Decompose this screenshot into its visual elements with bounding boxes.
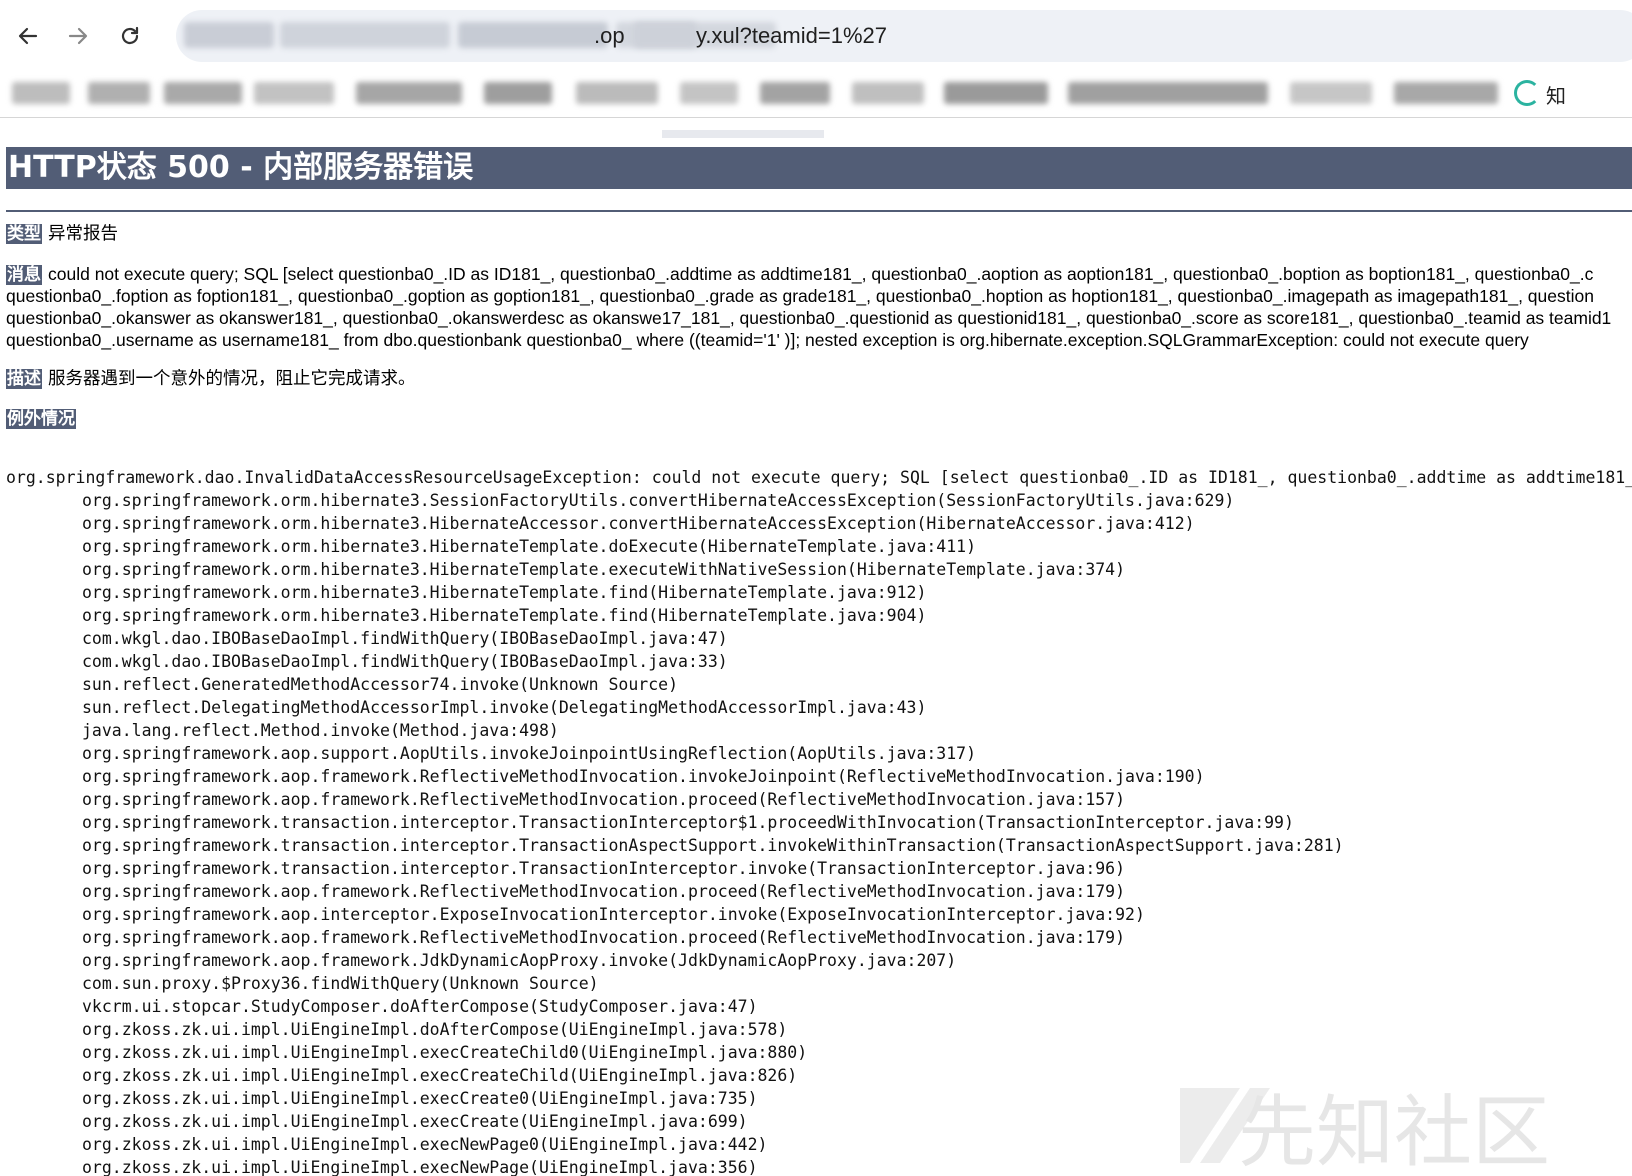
message-row: 消息 could not execute query; SQL [select q…: [6, 263, 1632, 286]
stack-trace-line: org.springframework.aop.framework.Reflec…: [82, 928, 1126, 947]
stack-trace-line: com.wkgl.dao.IBOBaseDaoImpl.findWithQuer…: [82, 652, 728, 671]
stack-trace-line: org.springframework.orm.hibernate3.Sessi…: [82, 491, 1235, 510]
stack-trace-line: com.sun.proxy.$Proxy36.findWithQuery(Unk…: [82, 974, 599, 993]
reload-icon: [121, 26, 139, 45]
exception-label: 例外情况: [6, 409, 76, 429]
bookmark-item[interactable]: [356, 82, 462, 104]
back-button[interactable]: [8, 16, 48, 56]
stack-trace-line: org.zkoss.zk.ui.impl.UiEngineImpl.doAfte…: [82, 1020, 788, 1039]
bookmark-item[interactable]: [680, 82, 738, 104]
back-arrow-icon: [18, 27, 38, 45]
type-label: 类型: [6, 224, 42, 244]
stack-trace-line: org.springframework.aop.framework.Reflec…: [82, 767, 1205, 786]
redacted-url-segment: [280, 22, 450, 48]
exception-heading-row: 例外情况: [6, 407, 1632, 430]
bookmark-item[interactable]: [944, 82, 1048, 104]
tab-strip-hint: [662, 130, 824, 138]
redacted-url-segment: [634, 22, 696, 48]
message-line: questionba0_.username as username181_ fr…: [6, 330, 1529, 350]
stack-trace-line: org.springframework.aop.support.AopUtils…: [82, 744, 977, 763]
bookmark-item[interactable]: [760, 82, 830, 104]
stack-trace-line: org.springframework.orm.hibernate3.Hiber…: [82, 583, 927, 602]
stack-trace-line: org.springframework.orm.hibernate3.Hiber…: [82, 514, 1195, 533]
url-text: y.xul?teamid=1%27: [696, 23, 887, 48]
url-fragment: .op: [594, 23, 625, 48]
bookmark-item[interactable]: [484, 82, 552, 104]
stack-trace-line: org.springframework.orm.hibernate3.Hiber…: [82, 537, 977, 556]
browser-toolbar: .op y.xul?teamid=1%27: [0, 0, 1632, 70]
type-row: 类型 异常报告: [6, 222, 1632, 245]
bookmark-item[interactable]: [1068, 82, 1268, 104]
stack-trace-line: sun.reflect.DelegatingMethodAccessorImpl…: [82, 698, 927, 717]
bookmark-label[interactable]: 知: [1546, 80, 1566, 109]
description-label: 描述: [6, 369, 42, 389]
bookmark-item[interactable]: [852, 82, 924, 104]
message-label: 消息: [6, 265, 42, 285]
forward-button[interactable]: [58, 16, 98, 56]
stack-trace-line: org.springframework.transaction.intercep…: [82, 813, 1294, 832]
stack-trace-line: org.springframework.dao.InvalidDataAcces…: [6, 468, 1632, 487]
message-line: questionba0_.okanswer as okanswer181_, q…: [6, 308, 1612, 328]
stack-trace-line: org.springframework.orm.hibernate3.Hiber…: [82, 560, 1126, 579]
bookmark-item[interactable]: [1290, 82, 1372, 104]
stack-trace-line: vkcrm.ui.stopcar.StudyComposer.doAfterCo…: [82, 997, 758, 1016]
stack-trace-line: org.springframework.transaction.intercep…: [82, 836, 1344, 855]
stack-trace-line: org.springframework.transaction.intercep…: [82, 859, 1126, 878]
bookmark-item[interactable]: [164, 82, 242, 104]
stack-trace-line: org.zkoss.zk.ui.impl.UiEngineImpl.execNe…: [82, 1135, 768, 1154]
bookmark-item[interactable]: [12, 82, 70, 104]
forward-arrow-icon: [68, 27, 88, 45]
stack-trace-line: org.springframework.aop.interceptor.Expo…: [82, 905, 1145, 924]
bookmark-item[interactable]: [576, 82, 658, 104]
message-text: could not execute query; SQL [select que…: [48, 264, 1594, 284]
redacted-url-segment: [458, 22, 608, 48]
bookmark-favicon-icon: [1514, 80, 1540, 106]
stack-trace-line: org.zkoss.zk.ui.impl.UiEngineImpl.execCr…: [82, 1066, 798, 1085]
page-title: HTTP状态 500 - 内部服务器错误: [6, 147, 1632, 189]
address-bar[interactable]: .op y.xul?teamid=1%27: [176, 10, 1632, 62]
stack-trace-line: org.springframework.orm.hibernate3.Hiber…: [82, 606, 927, 625]
description-text: 服务器遇到一个意外的情况，阻止它完成请求。: [48, 368, 416, 388]
bookmark-item[interactable]: [88, 82, 150, 104]
type-value: 异常报告: [48, 223, 118, 243]
message-line: questionba0_.foption as foption181_, que…: [6, 286, 1594, 306]
stack-trace-line: com.wkgl.dao.IBOBaseDaoImpl.findWithQuer…: [82, 629, 728, 648]
bookmarks-bar: 知: [0, 70, 1632, 118]
redacted-url-segment: [184, 22, 274, 48]
reload-button[interactable]: [110, 16, 150, 56]
stack-trace-line: org.springframework.aop.framework.JdkDyn…: [82, 951, 957, 970]
bookmark-item[interactable]: [1394, 82, 1498, 104]
stack-trace-line: org.springframework.aop.framework.Reflec…: [82, 882, 1126, 901]
stack-trace-line: org.springframework.aop.framework.Reflec…: [82, 790, 1126, 809]
stack-trace: org.springframework.dao.InvalidDataAcces…: [6, 466, 1632, 1176]
stack-trace-line: sun.reflect.GeneratedMethodAccessor74.in…: [82, 675, 679, 694]
description-row: 描述 服务器遇到一个意外的情况，阻止它完成请求。: [6, 367, 1632, 390]
divider: [6, 210, 1632, 212]
stack-trace-line: org.zkoss.zk.ui.impl.UiEngineImpl.execCr…: [82, 1089, 758, 1108]
stack-trace-line: org.zkoss.zk.ui.impl.UiEngineImpl.execNe…: [82, 1158, 758, 1176]
stack-trace-line: java.lang.reflect.Method.invoke(Method.j…: [82, 721, 559, 740]
bookmark-item[interactable]: [254, 82, 334, 104]
stack-trace-line: org.zkoss.zk.ui.impl.UiEngineImpl.execCr…: [82, 1112, 748, 1131]
stack-trace-line: org.zkoss.zk.ui.impl.UiEngineImpl.execCr…: [82, 1043, 808, 1062]
